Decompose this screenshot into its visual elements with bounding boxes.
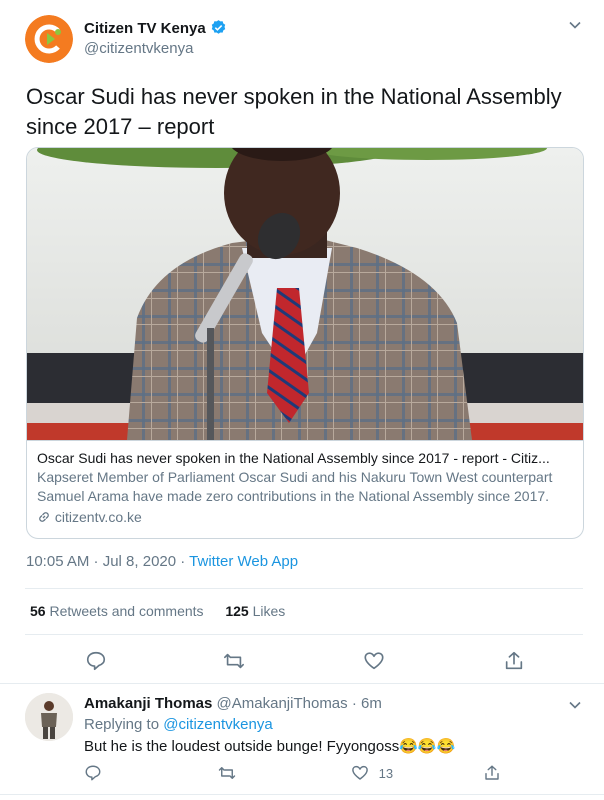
comment-icon[interactable] bbox=[84, 764, 102, 782]
reply-avatar[interactable] bbox=[25, 693, 73, 741]
divider bbox=[25, 588, 583, 589]
retweets-stat[interactable]: 56 Retweets and comments bbox=[30, 603, 204, 619]
author-avatar[interactable] bbox=[25, 15, 73, 63]
like-icon[interactable] bbox=[351, 764, 369, 782]
tweet-text: Oscar Sudi has never spoken in the Natio… bbox=[26, 84, 562, 139]
chevron-down-icon[interactable] bbox=[568, 698, 582, 712]
share-icon[interactable] bbox=[483, 764, 501, 782]
comment-icon[interactable] bbox=[85, 650, 107, 672]
card-domain-row[interactable]: citizentv.co.ke bbox=[37, 508, 573, 527]
reply-time[interactable]: · 6m bbox=[348, 695, 382, 712]
likes-count: 125 bbox=[225, 603, 249, 619]
card-title[interactable]: Oscar Sudi has never spoken in the Natio… bbox=[37, 449, 573, 468]
verified-badge-icon bbox=[210, 19, 227, 36]
link-card[interactable]: Oscar Sudi has never spoken in the Natio… bbox=[26, 147, 584, 539]
tweet-source[interactable]: Twitter Web App bbox=[189, 553, 298, 570]
reply-author-handle[interactable]: @AmakanjiThomas bbox=[217, 695, 348, 712]
replying-to-handle[interactable]: @citizentvkenya bbox=[163, 716, 272, 733]
likes-stat[interactable]: 125 Likes bbox=[225, 603, 285, 619]
like-icon[interactable] bbox=[363, 650, 385, 672]
author-name[interactable]: Citizen TV Kenya bbox=[84, 20, 206, 37]
card-image bbox=[27, 148, 583, 440]
replying-prefix: Replying to bbox=[84, 716, 164, 733]
reply-header: Amakanji Thomas @AmakanjiThomas · 6m bbox=[84, 695, 382, 712]
chevron-down-icon[interactable] bbox=[568, 18, 582, 32]
likes-label: Likes bbox=[248, 603, 286, 619]
stats-row: 56 Retweets and comments 125 Likes bbox=[30, 603, 285, 619]
tweet-meta: 10:05 AM · Jul 8, 2020 · Twitter Web App bbox=[26, 553, 298, 570]
replying-to: Replying to @citizentvkenya bbox=[84, 716, 273, 733]
reply-like[interactable]: 13 bbox=[351, 764, 393, 782]
card-body[interactable]: Oscar Sudi has never spoken in the Natio… bbox=[27, 440, 583, 535]
reply-text: But he is the loudest outside bunge! Fyy… bbox=[84, 738, 456, 755]
divider bbox=[25, 634, 583, 635]
link-icon bbox=[37, 510, 51, 524]
tweet-timestamp[interactable]: 10:05 AM · Jul 8, 2020 · bbox=[26, 553, 189, 570]
card-description: Kapseret Member of Parliament Oscar Sudi… bbox=[37, 469, 553, 504]
reply-like-count: 13 bbox=[378, 766, 394, 781]
card-domain[interactable]: citizentv.co.ke bbox=[55, 509, 142, 525]
retweets-label: Retweets and comments bbox=[45, 603, 204, 619]
reply-divider bbox=[0, 683, 604, 684]
share-icon[interactable] bbox=[503, 650, 525, 672]
author-name-row[interactable]: Citizen TV Kenya bbox=[84, 19, 227, 38]
reply-author-name[interactable]: Amakanji Thomas bbox=[84, 695, 212, 712]
retweets-count: 56 bbox=[30, 603, 46, 619]
author-handle[interactable]: @citizentvkenya bbox=[84, 40, 193, 57]
retweet-icon[interactable] bbox=[223, 650, 245, 672]
bottom-divider bbox=[0, 794, 604, 795]
retweet-icon[interactable] bbox=[218, 764, 236, 782]
